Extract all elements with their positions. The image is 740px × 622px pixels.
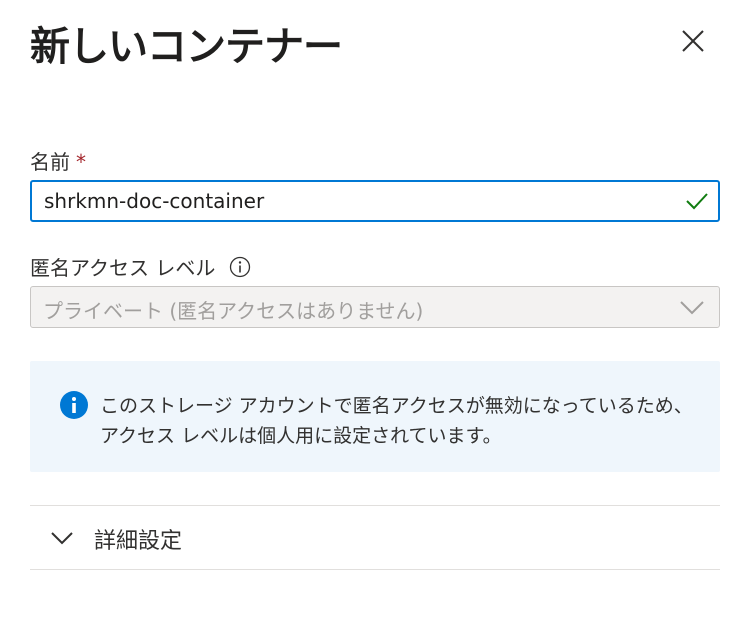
- name-label: 名前 *: [30, 146, 86, 175]
- close-button[interactable]: [676, 24, 710, 58]
- name-label-text: 名前: [30, 150, 70, 174]
- info-icon[interactable]: [229, 256, 251, 278]
- name-input[interactable]: [44, 182, 664, 220]
- anonymous-access-select[interactable]: プライベート (匿名アクセスはありません): [30, 286, 720, 328]
- info-icon: [60, 391, 88, 419]
- anonymous-access-label-text: 匿名アクセス レベル: [30, 256, 216, 280]
- close-icon: [682, 30, 704, 52]
- divider: [30, 569, 720, 570]
- info-message-text: このストレージ アカウントで匿名アクセスが無効になっているため、アクセス レベル…: [100, 395, 693, 447]
- name-field[interactable]: [30, 180, 720, 222]
- anonymous-access-label: 匿名アクセス レベル: [30, 252, 251, 281]
- dialog-title: 新しいコンテナー: [30, 24, 343, 70]
- checkmark-icon: [686, 193, 708, 210]
- select-value: プライベート (匿名アクセスはありません): [43, 299, 424, 323]
- advanced-settings-toggle[interactable]: 詳細設定: [30, 506, 720, 569]
- chevron-down-icon: [680, 301, 704, 315]
- required-marker: *: [76, 150, 86, 174]
- info-message-box: このストレージ アカウントで匿名アクセスが無効になっているため、アクセス レベル…: [30, 361, 720, 472]
- chevron-down-icon: [51, 532, 73, 545]
- advanced-settings-label: 詳細設定: [94, 529, 183, 554]
